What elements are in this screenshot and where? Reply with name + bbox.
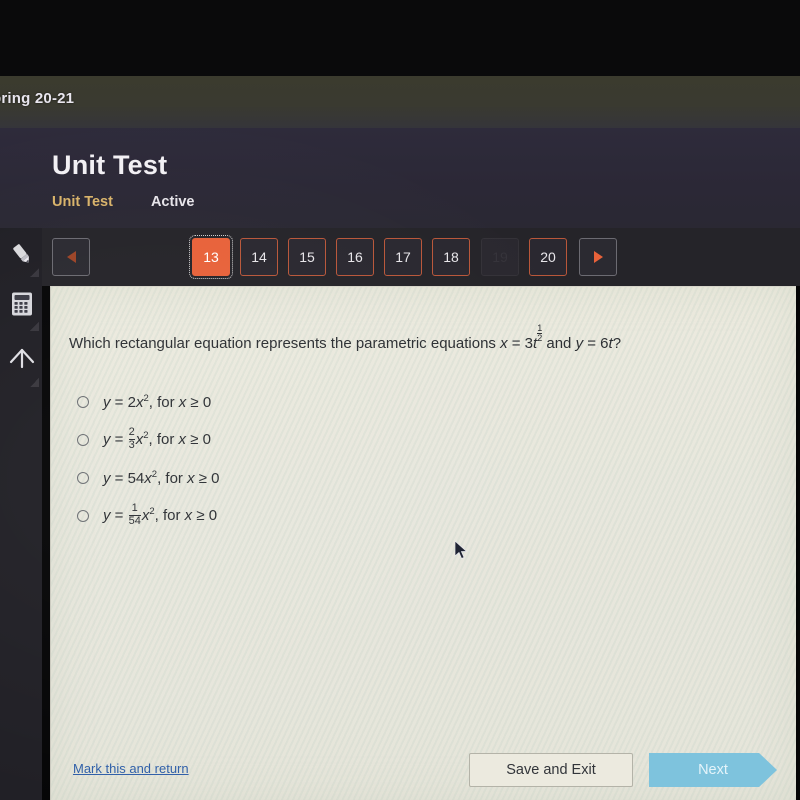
rail-corner-1 — [30, 268, 39, 277]
radio-button-a[interactable] — [77, 396, 89, 408]
exponent-denominator: 2 — [537, 333, 543, 343]
question-eq2: = 6 — [583, 335, 609, 352]
answer-d-numerator: 1 — [131, 501, 138, 514]
question-y-var: y — [575, 335, 584, 352]
answer-option-d[interactable]: y = 1 54 x2, for x ≥ 0 — [77, 497, 776, 535]
answer-options: y = 2x2, for x ≥ 0 y = 2 3 x2, for x ≥ 0 y… — [77, 383, 776, 535]
answer-a-text: y = 2x2, for x ≥ 0 — [103, 393, 211, 411]
answer-d-cond: , for — [154, 506, 185, 524]
question-x-var: x — [500, 335, 508, 352]
question-text: Which rectangular equation represents th… — [69, 323, 772, 354]
mark-this-and-return-link[interactable]: Mark this and return — [73, 761, 189, 776]
answer-c-cond-var: x — [187, 470, 195, 487]
pagination-prev-button[interactable] — [52, 238, 90, 276]
screen: pring 20-21 Unit Test Unit Test Active 1… — [0, 0, 800, 800]
answer-d-fraction: 1 54 — [128, 501, 141, 527]
answer-d-y: y — [103, 506, 111, 524]
triangle-right-icon — [593, 251, 603, 263]
pagination-page-18[interactable]: 18 — [432, 238, 470, 276]
answer-b-cond-var: x — [178, 430, 187, 448]
answer-d-eq: = — [110, 506, 128, 524]
question-eq1: = 3 — [507, 335, 534, 352]
answer-d-text: y = 1 54 x2, for x ≥ 0 — [103, 501, 218, 528]
mouse-pointer-icon — [454, 540, 469, 561]
pagination: 13 14 15 16 17 18 19 20 — [0, 228, 800, 286]
subnav: Unit Test Active — [52, 194, 194, 210]
answer-a-cond-tail: ≥ 0 — [186, 394, 212, 411]
answer-b-cond: , for — [148, 430, 179, 448]
breadcrumb: pring 20-21 — [0, 90, 75, 107]
pagination-page-17[interactable]: 17 — [384, 238, 422, 276]
answer-b-eq: = — [110, 430, 128, 448]
answer-c-cond-tail: ≥ 0 — [194, 470, 220, 487]
pagination-page-13[interactable]: 13 — [189, 235, 233, 279]
next-button[interactable]: Next — [649, 753, 777, 787]
answer-c-text: y = 54x2, for x ≥ 0 — [103, 469, 220, 487]
top-black-bezel — [0, 0, 800, 76]
rail-corner-3 — [30, 378, 39, 387]
answer-b-y: y — [103, 430, 111, 448]
app-header: Unit Test Unit Test Active — [0, 128, 800, 228]
page-title: Unit Test — [52, 150, 168, 180]
answer-c-y: y — [103, 470, 111, 487]
pagination-page-19[interactable]: 19 — [481, 238, 519, 276]
answer-option-b[interactable]: y = 2 3 x2, for x ≥ 0 — [77, 421, 776, 459]
pagination-page-16[interactable]: 16 — [336, 238, 374, 276]
exponent-one-half: 12 — [537, 323, 543, 343]
calculator-tool-button[interactable] — [4, 282, 40, 326]
question-card: Which rectangular equation represents th… — [50, 286, 796, 800]
answer-a-cond: , for — [148, 394, 179, 411]
triangle-left-icon — [66, 251, 76, 263]
arrow-up-pointer-icon — [9, 348, 35, 369]
answer-c-eq: = 54 — [110, 470, 145, 487]
question-lead: Which rectangular equation represents th… — [69, 335, 501, 352]
answer-option-a[interactable]: y = 2x2, for x ≥ 0 — [77, 383, 776, 421]
question-conjunction: and — [542, 335, 576, 352]
question-tail: ? — [612, 335, 622, 352]
answer-b-numerator: 2 — [128, 425, 135, 438]
pagination-page-20[interactable]: 20 — [529, 238, 567, 276]
pointer-tool-button[interactable] — [4, 336, 40, 380]
answer-b-text: y = 2 3 x2, for x ≥ 0 — [103, 425, 211, 452]
answer-d-cond-tail: ≥ 0 — [192, 506, 218, 524]
rail-corner-2 — [30, 322, 39, 331]
highlighter-icon — [13, 244, 29, 263]
pagination-page-14[interactable]: 14 — [240, 238, 278, 276]
tool-rail — [0, 228, 42, 800]
subnav-item-unit-test[interactable]: Unit Test — [52, 194, 113, 210]
pagination-strip: 13 14 15 16 17 18 19 20 — [0, 228, 800, 286]
answer-b-fraction: 23 — [128, 425, 135, 451]
exponent-numerator: 1 — [537, 323, 543, 333]
browser-band: pring 20-21 — [0, 76, 800, 128]
answer-c-x: x — [144, 470, 152, 487]
save-and-exit-button[interactable]: Save and Exit — [469, 753, 633, 787]
radio-button-c[interactable] — [77, 472, 89, 484]
answer-b-denominator: 3 — [128, 438, 135, 451]
subnav-item-active[interactable]: Active — [151, 194, 195, 210]
answer-b-cond-tail: ≥ 0 — [186, 430, 211, 448]
radio-button-d[interactable] — [77, 510, 89, 522]
pagination-next-button[interactable] — [579, 238, 617, 276]
answer-a-y: y — [103, 394, 111, 411]
answer-d-denominator: 54 — [128, 514, 141, 527]
calculator-icon — [12, 292, 32, 316]
answer-a-eq: = 2 — [110, 394, 136, 411]
radio-button-b[interactable] — [77, 434, 89, 446]
answer-c-cond: , for — [157, 470, 188, 487]
pagination-page-15[interactable]: 15 — [288, 238, 326, 276]
answer-option-c[interactable]: y = 54x2, for x ≥ 0 — [77, 459, 776, 497]
